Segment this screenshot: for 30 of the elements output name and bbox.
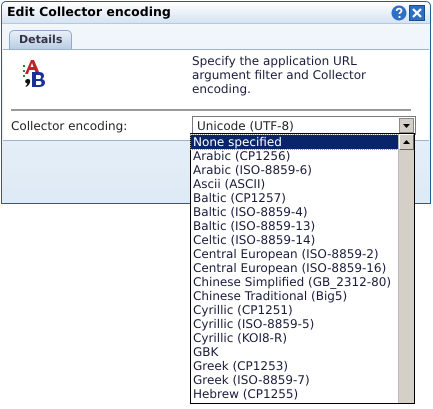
dropdown-option[interactable]: Hebrew (CP1255) [191, 387, 398, 401]
dropdown-option[interactable]: Ascii (ASCII) [191, 177, 398, 191]
encoding-select[interactable]: Unicode (UTF-8) [192, 116, 416, 135]
help-button[interactable] [391, 4, 407, 20]
dropdown-option[interactable]: None specified [191, 135, 398, 149]
dropdown-option[interactable]: Central European (ISO-8859-16) [191, 261, 398, 275]
dropdown-option[interactable]: Baltic (ISO-8859-4) [191, 205, 398, 219]
dropdown-option[interactable]: Greek (CP1253) [191, 359, 398, 373]
scrollbar[interactable] [398, 134, 414, 403]
field-label: Collector encoding: [11, 118, 128, 134]
close-button[interactable] [409, 4, 425, 20]
details-tab[interactable]: Details [9, 30, 72, 49]
dropdown-option[interactable]: Celtic (ISO-8859-14) [191, 233, 398, 247]
close-icon [412, 8, 422, 18]
dropdown-option[interactable]: Chinese Simplified (GB_2312-80) [191, 275, 398, 289]
dropdown-option[interactable]: Central European (ISO-8859-2) [191, 247, 398, 261]
select-value: Unicode (UTF-8) [197, 118, 294, 134]
dropdown-option[interactable]: Baltic (CP1257) [191, 191, 398, 205]
help-icon [391, 4, 407, 20]
dropdown-option[interactable]: Greek (ISO-8859-7) [191, 373, 398, 387]
dropdown-option[interactable]: Baltic (ISO-8859-13) [191, 219, 398, 233]
dropdown-option[interactable]: Arabic (ISO-8859-6) [191, 163, 398, 177]
dropdown-option[interactable]: GBK [191, 345, 398, 359]
dropdown-option[interactable]: Cyrillic (KOI8-R) [191, 331, 398, 345]
dropdown-option[interactable]: Arabic (CP1256) [191, 149, 398, 163]
dropdown-option[interactable]: Cyrillic (CP1251) [191, 303, 398, 317]
description-text: Specify the application URL argument filter and Collector encoding. [192, 54, 367, 98]
dropdown-option[interactable]: Chinese Traditional (Big5) [191, 289, 398, 303]
dropdown-option[interactable]: Cyrillic (ISO-8859-5) [191, 317, 398, 331]
window-title: Edit Collector encoding [7, 3, 171, 22]
